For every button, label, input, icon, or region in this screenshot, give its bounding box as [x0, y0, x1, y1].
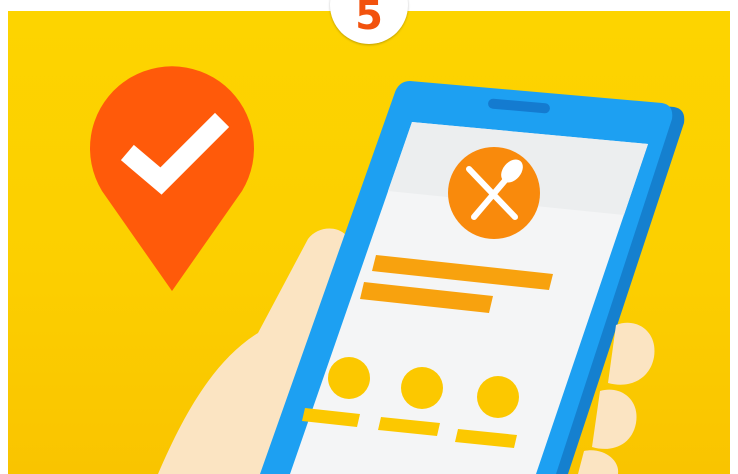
finger-2: [592, 389, 637, 449]
finger-1: [608, 322, 655, 385]
illustration-art: [90, 66, 685, 474]
option-dot-2: [401, 367, 443, 409]
option-dot-1: [328, 357, 370, 399]
finger-3: [578, 450, 619, 474]
step-number: 5: [355, 0, 383, 39]
map-pin-check-icon: [90, 66, 255, 291]
fork-spoon-icon: [448, 147, 540, 239]
illustration: 5: [0, 0, 738, 474]
yellow-background-panel: [8, 11, 730, 474]
option-dot-3: [477, 376, 519, 418]
